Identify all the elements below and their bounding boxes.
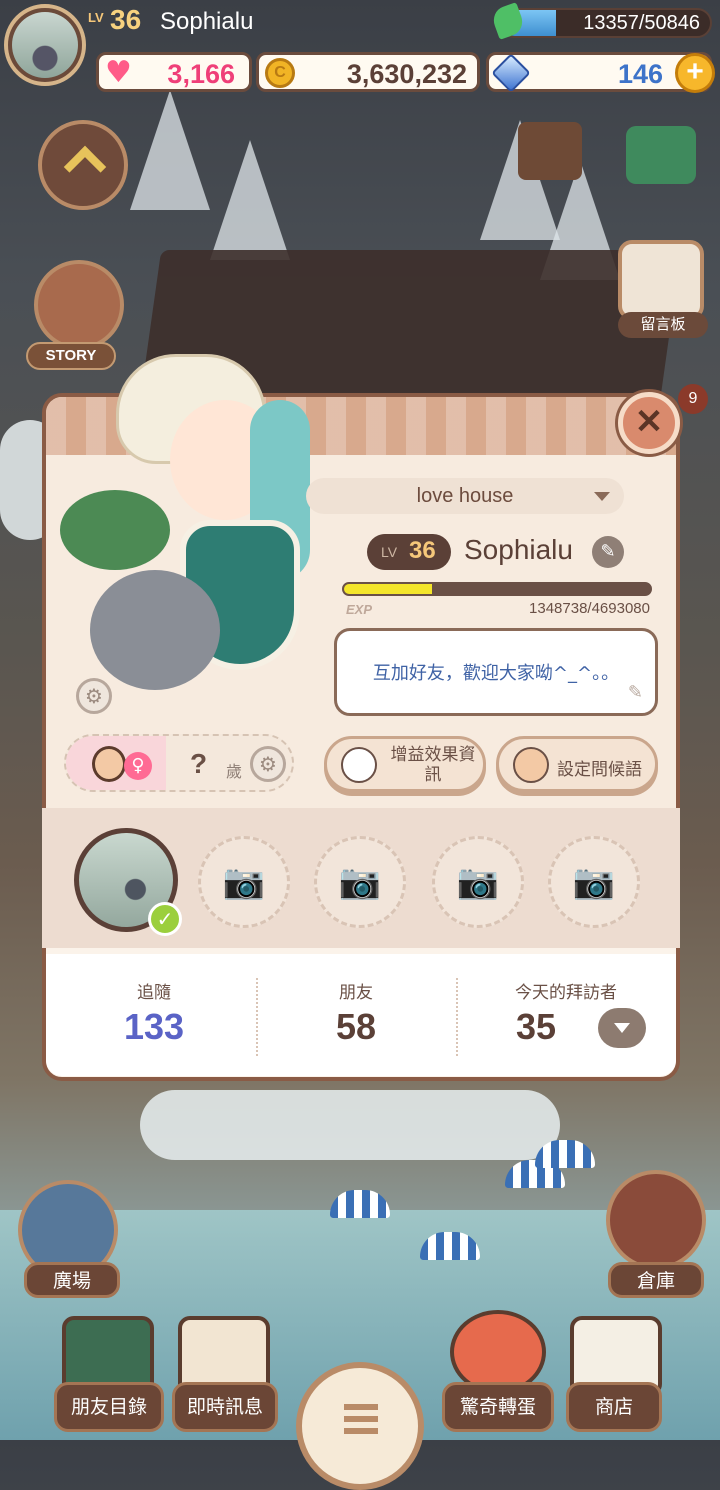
gems-counter[interactable]: 146 + [486, 52, 715, 93]
player-name: Sophialu [160, 8, 254, 35]
greeting-text: 互加好友，歡迎大家呦^_^。。 [372, 663, 620, 684]
add-photo-slot-camera-icon[interactable]: 📷 [432, 836, 524, 928]
greeting-bubble[interactable]: 互加好友，歡迎大家呦^_^。。 ✎ [334, 628, 658, 716]
level-label: LV [88, 10, 104, 25]
age-unit: 歲 [226, 762, 243, 781]
chevron-up-icon [63, 145, 107, 189]
message-board-label: 留言板 [618, 312, 708, 338]
message-board-button[interactable] [618, 240, 704, 320]
exp-bar [342, 582, 652, 596]
house-name: love house [416, 485, 514, 507]
friend-list-button[interactable]: 朋友目錄 [54, 1382, 164, 1432]
snow-tree [130, 90, 210, 210]
coins-value: 3,630,232 [346, 59, 467, 89]
coins-counter[interactable]: C 3,630,232 [256, 52, 480, 92]
check-icon: ✓ [148, 902, 182, 936]
gender-section[interactable]: ♀ [66, 736, 166, 790]
avatar-photo [12, 12, 78, 78]
chevron-down-icon [594, 492, 610, 501]
age-settings-gear-icon[interactable]: ⚙ [250, 746, 286, 782]
expand-menu-button[interactable] [38, 120, 128, 210]
top-hud: LV 36 Sophialu 13357/50846 ♥ 3,166 C 3,6… [0, 0, 720, 100]
buff-info-line-2: 訊 [424, 765, 442, 785]
gacha-button[interactable]: 驚奇轉蛋 [442, 1382, 554, 1432]
profile-level-pill: LV 36 [367, 534, 451, 570]
storage-button[interactable] [606, 1170, 706, 1270]
notification-badge: 9 [678, 384, 708, 414]
character-settings-gear-icon[interactable]: ⚙ [76, 678, 112, 714]
female-icon: ♀ [124, 752, 152, 780]
player-level: 36 [110, 4, 142, 35]
chevron-down-icon [614, 1023, 630, 1033]
visitors-count: 35 [515, 1006, 557, 1047]
divider [456, 978, 458, 1056]
visitors-dropdown-button[interactable] [598, 1008, 646, 1048]
gem-icon [491, 53, 531, 93]
followers-count[interactable]: 133 [86, 1006, 222, 1048]
coin-icon: C [265, 58, 295, 88]
girl-face-icon [92, 746, 126, 782]
divider [256, 978, 258, 1056]
exp-fill [344, 584, 432, 594]
profile-name: Sophialu [464, 534, 573, 565]
beach-umbrella [330, 1190, 390, 1218]
instant-message-button[interactable]: 即時訊息 [172, 1382, 278, 1432]
snow-tree [210, 140, 290, 260]
followers-label: 追隨 [137, 983, 171, 1003]
friends-label: 朋友 [339, 983, 373, 1003]
exp-text: 1348738/4693080 [529, 600, 650, 617]
friends-count[interactable]: 58 [288, 1006, 424, 1048]
energy-bar[interactable]: 13357/50846 [500, 8, 712, 38]
visitors-label: 今天的拜訪者 [515, 983, 617, 1003]
energy-text: 13357/50846 [583, 12, 700, 34]
stats-panel: 追隨 133 朋友 58 今天的拜訪者 35 [46, 954, 676, 1076]
beach-umbrella [535, 1140, 595, 1168]
buff-info-label: 增益效果資 訊 [385, 745, 481, 785]
greeting-face-icon [513, 747, 549, 783]
main-menu-button[interactable] [296, 1362, 424, 1490]
pencil-icon: ✎ [627, 682, 643, 703]
plant [60, 490, 170, 570]
decor-box-icon[interactable] [518, 122, 582, 180]
set-greeting-label: 設定問候語 [557, 760, 642, 780]
storage-label: 倉庫 [608, 1262, 704, 1298]
heart-icon: ♥ [105, 55, 132, 90]
buff-info-button[interactable]: 增益效果資 訊 [324, 736, 486, 792]
hearts-value: 3,166 [167, 59, 235, 89]
player-avatar[interactable] [4, 4, 86, 86]
buff-info-line-1: 增益效果資 [390, 745, 476, 765]
hearts-counter[interactable]: ♥ 3,166 [96, 52, 252, 92]
shop-button[interactable]: 商店 [566, 1382, 662, 1432]
close-button[interactable]: ✕ [618, 392, 680, 454]
snow-patch [140, 1090, 560, 1160]
gems-value: 146 [617, 59, 663, 89]
age-value: ? [190, 748, 208, 779]
add-photo-slot-camera-icon[interactable]: 📷 [548, 836, 640, 928]
character-illustration [60, 340, 320, 720]
exp-label: EXP [346, 602, 373, 617]
buff-info-icon [341, 747, 377, 783]
profile-level-label: LV [381, 544, 398, 560]
add-gems-button[interactable]: + [675, 53, 715, 93]
cat [90, 570, 220, 690]
menu-icon [344, 1404, 378, 1410]
story-button[interactable] [34, 260, 124, 350]
profile-level: 36 [409, 537, 436, 564]
house-name-select[interactable]: love house [306, 478, 624, 514]
add-photo-slot-camera-icon[interactable]: 📷 [198, 836, 290, 928]
set-greeting-button[interactable]: 設定問候語 [496, 736, 658, 792]
add-photo-slot-camera-icon[interactable]: 📷 [314, 836, 406, 928]
green-box-icon[interactable] [626, 126, 696, 184]
edit-name-pencil-icon[interactable]: ✎ [592, 536, 624, 568]
plaza-label: 廣場 [24, 1262, 120, 1298]
